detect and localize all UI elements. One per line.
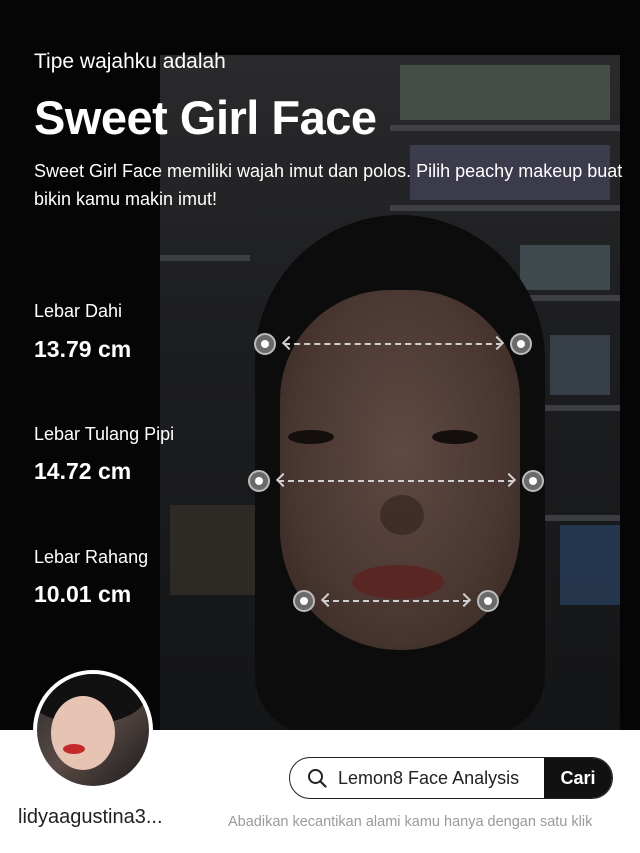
username[interactable]: lidyaagustina3... <box>18 806 163 829</box>
tagline: Abadikan kecantikan alami kamu hanya den… <box>228 814 593 830</box>
measure-dot-icon <box>522 470 544 492</box>
measure-dot-icon <box>254 333 276 355</box>
metric-label-cheekbone: Lebar Tulang Pipi <box>34 424 175 444</box>
measure-dot-icon <box>510 333 532 355</box>
measure-dot-icon <box>477 590 499 612</box>
metric-value-cheekbone: 14.72 cm <box>34 458 132 484</box>
measure-dot-icon <box>293 590 315 612</box>
forehead-measure-line <box>254 333 532 355</box>
search-icon <box>308 769 327 788</box>
face-type-title: Sweet Girl Face <box>34 91 377 144</box>
metric-value-jaw: 10.01 cm <box>34 581 132 607</box>
metric-value-forehead: 13.79 cm <box>34 336 132 362</box>
metric-label-jaw: Lebar Rahang <box>34 547 149 567</box>
avatar[interactable] <box>33 670 153 790</box>
jaw-measure-line <box>293 590 499 612</box>
search-query-text[interactable]: Lemon8 Face Analysis <box>338 768 519 789</box>
measure-dot-icon <box>248 470 270 492</box>
result-intro: Tipe wajahku adalah <box>34 50 226 73</box>
result-hero: Tipe wajahku adalah Sweet Girl Face Swee… <box>0 0 640 730</box>
search-bar[interactable]: Lemon8 Face Analysis Cari <box>289 757 613 799</box>
metric-label-forehead: Lebar Dahi <box>34 301 123 321</box>
search-button[interactable]: Cari <box>544 758 612 798</box>
cheekbone-measure-line <box>248 470 544 492</box>
face-type-description: Sweet Girl Face memiliki wajah imut dan … <box>34 161 623 209</box>
